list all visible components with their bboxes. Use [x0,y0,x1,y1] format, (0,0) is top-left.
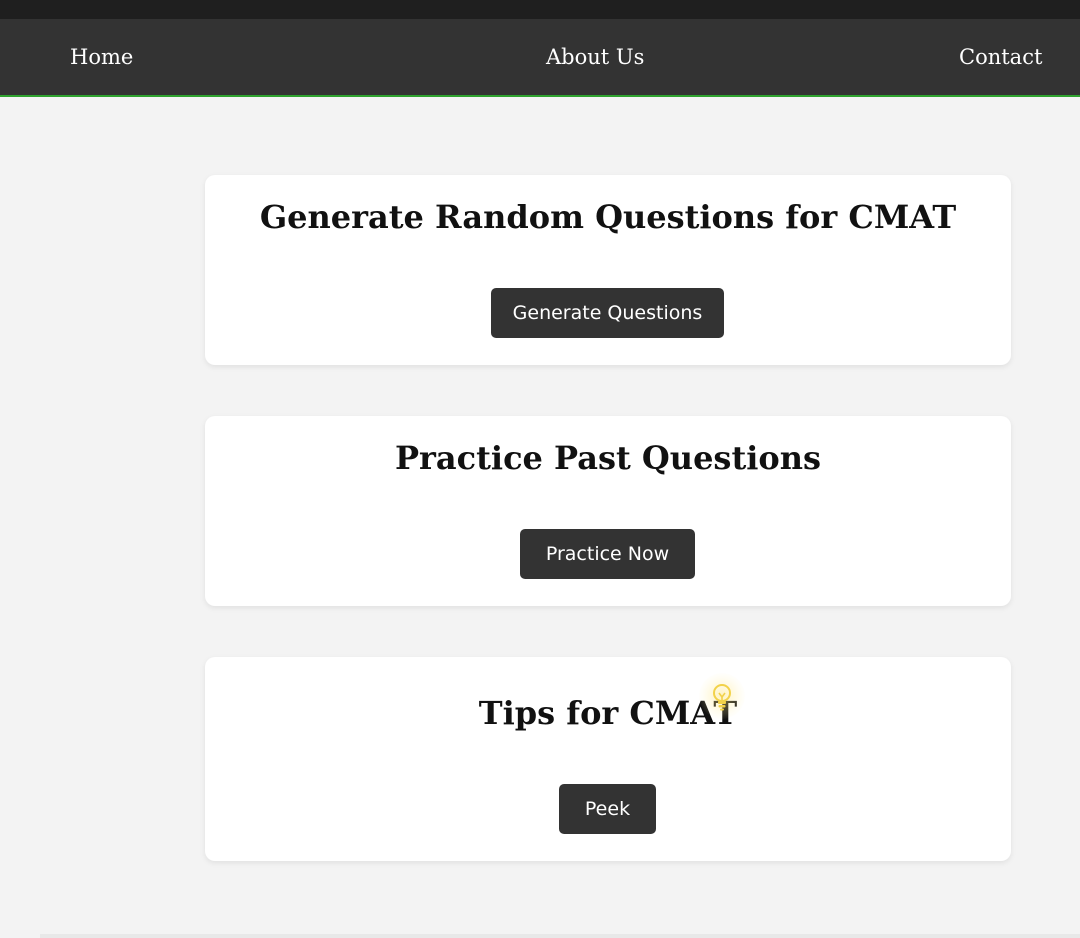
card-title: Tips for CMAT [478,694,738,732]
generate-questions-button[interactable]: Generate Questions [491,288,724,338]
nav-home-link[interactable]: Home [70,19,133,95]
tips-card: Tips for CMAT Peek [205,657,1011,861]
card-title: Practice Past Questions [394,439,821,477]
practice-now-button[interactable]: Practice Now [520,529,695,579]
nav-about-link[interactable]: About Us [546,19,644,95]
nav-contact-link[interactable]: Contact [959,19,1042,95]
top-strip [0,0,1080,19]
peek-button[interactable]: Peek [559,784,656,834]
card-title: Generate Random Questions for CMAT [259,198,957,236]
generate-questions-card: Generate Random Questions for CMAT Gener… [205,175,1011,365]
lightbulb-icon [699,673,745,719]
footer-divider [40,934,1080,938]
practice-questions-card: Practice Past Questions Practice Now [205,416,1011,606]
navbar: Home About Us Contact [0,19,1080,97]
